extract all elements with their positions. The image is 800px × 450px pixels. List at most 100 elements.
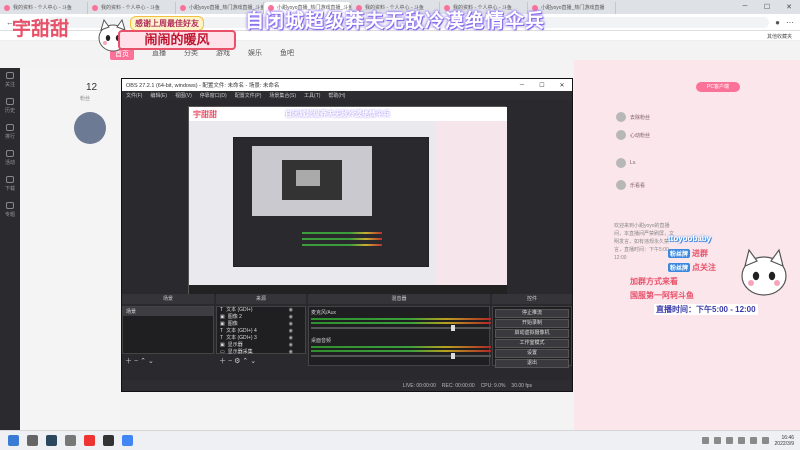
rail-icon <box>6 98 14 105</box>
scene-item[interactable]: 场景 <box>123 307 213 316</box>
start-recording-button[interactable]: 开始录制 <box>495 319 569 328</box>
profile-icon[interactable]: ● <box>775 18 780 27</box>
volume-meter <box>311 318 491 320</box>
minimize-icon[interactable]: ─ <box>734 3 756 11</box>
source-item[interactable]: T 文本 (GDI+) 4 ◉ <box>217 328 305 335</box>
source-item[interactable]: T 文本 (GDI+) ◉ <box>217 307 305 314</box>
down-icon[interactable]: ⌄ <box>250 358 258 365</box>
tab-label: 我的资料 - 个人中心 - 斗鱼 <box>101 5 160 11</box>
gift-thanks-tag: 感谢上周最佳好友 <box>130 16 204 31</box>
source-item[interactable]: ▣ 图像 2 ◉ <box>217 314 305 321</box>
browser-tab[interactable]: 我的资料 - 个人中心 - 斗鱼 <box>88 2 176 14</box>
tray-icon[interactable] <box>749 437 757 444</box>
visibility-icon[interactable]: ◉ <box>289 321 293 328</box>
visibility-icon[interactable]: ◉ <box>289 342 293 349</box>
visibility-icon[interactable]: ◉ <box>289 335 293 342</box>
source-label: 文本 (GDI+) <box>226 307 253 313</box>
tray-icon[interactable] <box>761 437 769 444</box>
virtual-camera-button[interactable]: 启动虚拟摄像机 <box>495 329 569 338</box>
rail-item[interactable]: 专题 <box>0 202 20 224</box>
app-icon[interactable] <box>103 435 114 446</box>
rail-label: 专题 <box>4 212 15 218</box>
rail-label: 关注 <box>4 82 15 88</box>
avatar <box>616 130 626 140</box>
tray-icon[interactable] <box>725 437 733 444</box>
obs-app-icon[interactable] <box>27 435 38 446</box>
overlay-banner-text: 自闭城超级莽夫无敌冷漠绝情伞兵 <box>245 11 546 32</box>
menu-profile[interactable]: 配置文件(P) <box>235 92 262 99</box>
menu-scene-collection[interactable]: 场景集合(S) <box>269 92 296 99</box>
source-item[interactable]: T 文本 (GDI+) 3 ◉ <box>217 335 305 342</box>
tray-icon[interactable] <box>713 437 721 444</box>
source-item[interactable]: ▣ 图像 ◉ <box>217 321 305 328</box>
start-icon[interactable] <box>8 435 19 446</box>
other-bookmarks[interactable]: 其他收藏夹 <box>767 33 792 40</box>
featured-fan-name: 闹闹的暖风 <box>118 30 236 50</box>
stop-streaming-button[interactable]: 停止推流 <box>495 309 569 318</box>
rail-item[interactable]: 下载 <box>0 176 20 198</box>
rail-label: 排行 <box>4 134 15 140</box>
rank-row: 乐看看 <box>630 183 646 189</box>
taskbar-clock[interactable]: 16:46 2022/3/9 <box>775 435 800 447</box>
menu-edit[interactable]: 编辑(E) <box>150 92 167 99</box>
rail-item[interactable]: 关注 <box>0 72 20 94</box>
visibility-icon[interactable]: ◉ <box>289 314 293 321</box>
maximize-icon[interactable]: ☐ <box>532 82 552 89</box>
menu-file[interactable]: 文件(F) <box>126 92 142 99</box>
close-icon[interactable]: ✕ <box>778 3 800 11</box>
mixer-dock-header: 混音器 <box>308 294 490 304</box>
windows-taskbar: 16:46 2022/3/9 <box>0 430 800 450</box>
down-icon[interactable]: ⌄ <box>148 358 156 365</box>
volume-slider[interactable] <box>311 325 491 331</box>
source-type-icon: ▣ <box>220 342 225 348</box>
nav-item-entertainment[interactable]: 娱乐 <box>248 48 262 60</box>
menu-tools[interactable]: 工具(T) <box>304 92 320 99</box>
menu-help[interactable]: 帮助(H) <box>328 92 345 99</box>
visibility-icon[interactable]: ◉ <box>289 328 293 335</box>
rail-item[interactable]: 活动 <box>0 150 20 172</box>
obs-preview[interactable]: 宇甜甜 自闭城超级莽夫无敌冷漠绝情伞兵 <box>188 106 507 295</box>
up-icon[interactable]: ⌃ <box>140 358 148 365</box>
rail-item[interactable]: 排行 <box>0 124 20 146</box>
tab-favicon-icon <box>92 5 98 11</box>
rail-item[interactable]: 历史 <box>0 98 20 120</box>
obs-title: OBS 27.2.1 (64-bit, windows) - 配置文件: 未命名… <box>126 83 280 89</box>
chrome-app-icon[interactable] <box>122 435 133 446</box>
menu-view[interactable]: 视图(V) <box>175 92 192 99</box>
rank-row: Lv. <box>630 160 637 166</box>
avatar[interactable] <box>74 112 106 144</box>
browser-tab[interactable]: 我的资料 - 个人中心 - 斗鱼 <box>0 2 88 14</box>
close-icon[interactable]: ✕ <box>552 82 572 89</box>
exit-button[interactable]: 退出 <box>495 359 569 368</box>
obs-statusbar: LIVE: 00:00:00 REC: 00:00:00 CPU: 9.0% 3… <box>122 380 572 391</box>
source-label: 图像 2 <box>227 314 242 320</box>
tray-icon[interactable] <box>737 437 745 444</box>
add-icon[interactable]: ＋ <box>125 358 134 365</box>
settings-button[interactable]: 设置 <box>495 349 569 358</box>
preview-capture: 宇甜甜 自闭城超级莽夫无敌冷漠绝情伞兵 <box>189 107 507 295</box>
steam-app-icon[interactable] <box>46 435 57 446</box>
rank-row: 去除粉丝 <box>630 115 651 121</box>
overlay-line: 粉丝牌 点关注 <box>668 262 716 273</box>
window-controls: ─ ☐ ✕ <box>734 3 800 11</box>
add-icon[interactable]: ＋ <box>219 358 228 365</box>
nav-item-fishbar[interactable]: 鱼吧 <box>280 48 294 60</box>
app-icon[interactable] <box>65 435 76 446</box>
visibility-icon[interactable]: ◉ <box>289 349 293 356</box>
audio-mixer: 麦克风/Aux 桌面音频 <box>308 306 491 366</box>
app-icon[interactable] <box>84 435 95 446</box>
source-item[interactable]: ▭ 显示器采集 ◉ <box>217 349 305 356</box>
minimize-icon[interactable]: ─ <box>512 82 532 89</box>
visibility-icon[interactable]: ◉ <box>289 307 293 314</box>
tray-icon[interactable] <box>701 437 709 444</box>
overlay-line: 加群方式来看 <box>630 276 678 287</box>
studio-mode-button[interactable]: 工作室模式 <box>495 339 569 348</box>
menu-docks[interactable]: 停靠窗口(D) <box>200 92 227 99</box>
volume-slider[interactable] <box>311 353 491 359</box>
pc-client-button[interactable]: PC客户端 <box>696 82 740 92</box>
source-item[interactable]: ▣ 显示器 ◉ <box>217 342 305 349</box>
rail-icon <box>6 150 14 157</box>
controls-dock-header: 控件 <box>492 294 572 304</box>
maximize-icon[interactable]: ☐ <box>756 3 778 11</box>
menu-icon[interactable]: ⋯ <box>786 18 794 27</box>
